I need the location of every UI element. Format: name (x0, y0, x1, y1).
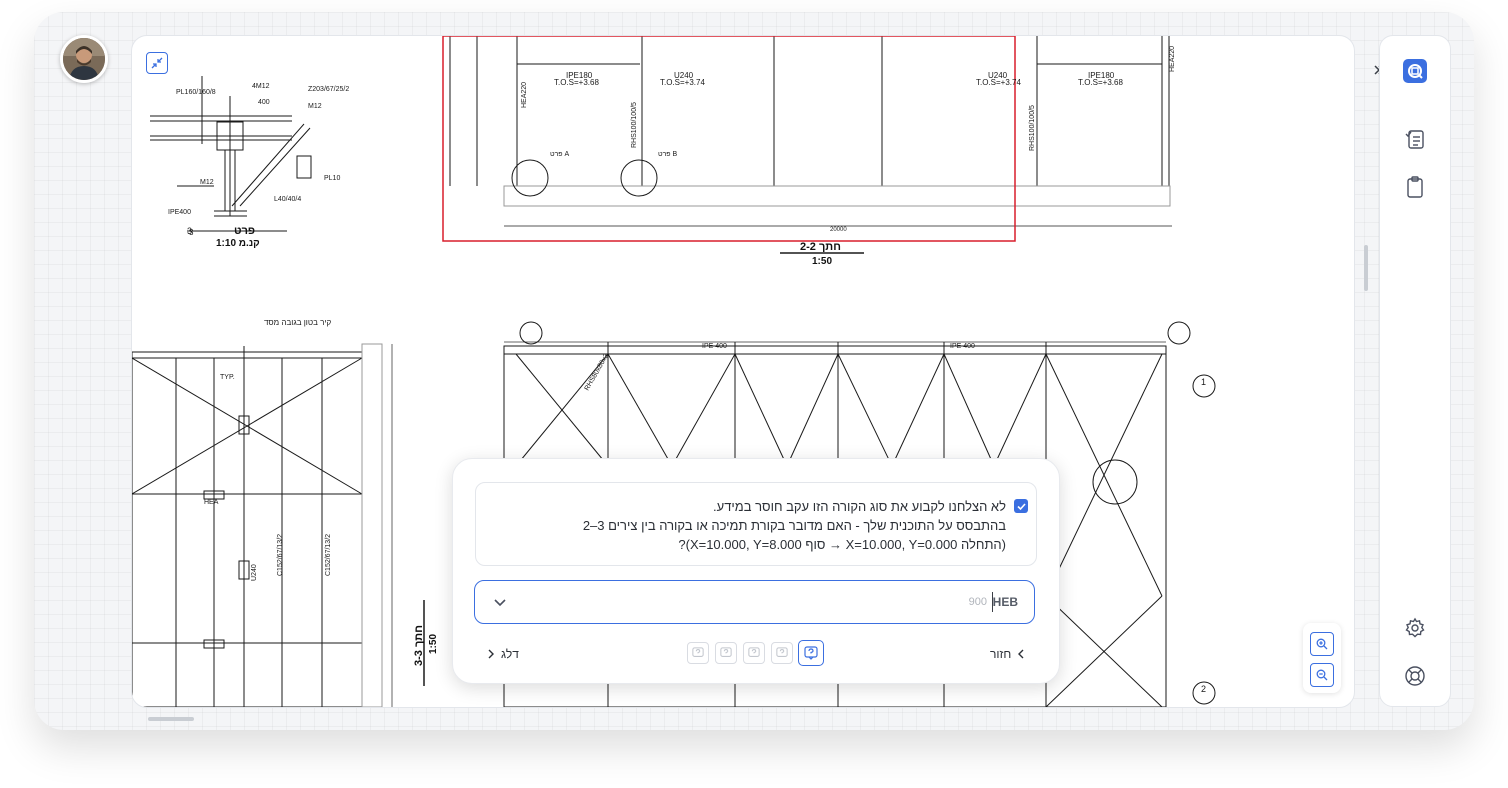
right-sidebar (1379, 35, 1451, 707)
label-ipe400a: IPE 400 (702, 343, 727, 350)
label-pl160: PL160/160/8 (176, 89, 216, 96)
label-m12b: M12 (308, 103, 322, 110)
input-language[interactable]: HEB (993, 595, 1018, 609)
checkbox-icon[interactable] (1014, 499, 1028, 513)
question-indicator-icon[interactable] (715, 642, 737, 664)
label-dim20000: 20000 (830, 227, 847, 233)
section-2-title: חתך 2-2 (800, 241, 841, 253)
zoom-in-icon[interactable] (1310, 632, 1334, 656)
question-line-1: לא הצלחנו לקבוע את סוג הקורה הזו עקב חוס… (713, 499, 1006, 514)
label-tos374b: T.O.S=+3.74 (976, 78, 1021, 87)
label-4m12: 4M12 (252, 83, 270, 90)
detail-scale: קנ.מ 1:10 (216, 238, 260, 249)
zoom-controls (1303, 623, 1341, 693)
user-avatar[interactable] (60, 35, 108, 83)
answer-input[interactable]: HEB 900 (474, 580, 1035, 624)
back-label: חזור (990, 647, 1012, 661)
char-counter: 900 (968, 596, 987, 608)
label-tos374a: T.O.S=+3.74 (660, 78, 705, 87)
label-pl10: PL10 (324, 175, 340, 182)
section-3-scale: 1:50 (428, 634, 439, 654)
text-cursor (992, 592, 993, 612)
label-u240v: U240 (251, 564, 258, 581)
clipboard-icon[interactable] (1403, 175, 1427, 199)
question-indicator-icon[interactable] (743, 642, 765, 664)
back-button[interactable]: חזור (990, 647, 1025, 661)
lifebuoy-icon[interactable] (1403, 664, 1427, 688)
label-hea220b: HEA220 (1169, 46, 1176, 72)
vertical-scrollbar[interactable] (1364, 245, 1368, 291)
clarification-dialog: לא הצלחנו לקבוע את סוג הקורה הזו עקב חוס… (452, 458, 1060, 684)
label-l40: L40/40/4 (274, 196, 301, 203)
label-tos368a: T.O.S=+3.68 (554, 78, 599, 87)
gear-icon[interactable] (1403, 616, 1427, 640)
app-logo-icon[interactable] (1403, 59, 1427, 83)
question-line-2: בהתבסס על התוכנית שלך - האם מדובר בקורת … (582, 518, 1006, 533)
section-2-scale: 1:50 (812, 256, 832, 267)
label-ipe400b: IPE 400 (950, 343, 975, 350)
section-3-title: חתך 3-3 (413, 625, 425, 666)
label-m12c: M12 (200, 179, 214, 186)
label-hea: HEA (204, 499, 219, 506)
label-wall-note: קיר בטון בגובה מסד (264, 318, 331, 327)
label-det-a: פרט A (550, 151, 570, 158)
label-z203: Z203/67/25/2 (308, 86, 349, 93)
detail-number: 3 (189, 228, 194, 237)
label-ipe400: IPE400 (168, 209, 191, 216)
question-line-3: (התחלה X=10.000, Y=0.000 → סוף X=10.000,… (678, 537, 1006, 552)
zoom-out-icon[interactable] (1310, 663, 1334, 687)
checklist-icon[interactable] (1403, 127, 1427, 151)
question-indicator-active-icon[interactable] (798, 640, 824, 666)
collapse-icon[interactable] (146, 52, 168, 74)
label-c152a: C152/67/13/2 (277, 534, 284, 576)
chevron-down-icon[interactable] (493, 595, 507, 609)
label-c152b: C152/67/13/2 (325, 534, 332, 576)
label-typ: TYP. (220, 374, 235, 381)
label-rhs80: RHS80x80x3 (584, 353, 611, 392)
label-hea220a: HEA220 (521, 82, 528, 108)
question-indicator-icon[interactable] (687, 642, 709, 664)
question-box: לא הצלחנו לקבוע את סוג הקורה הזו עקב חוס… (475, 482, 1037, 566)
label-grid1: 1 (1201, 377, 1206, 387)
horizontal-scrollbar[interactable] (148, 717, 194, 721)
detail-title: פרט (234, 225, 255, 237)
label-dim400: 400 (258, 99, 270, 106)
question-indicator-icon[interactable] (771, 642, 793, 664)
skip-button[interactable]: דלג (487, 647, 519, 661)
label-rhs100a: RHS100/100/5 (631, 102, 638, 148)
chevron-left-icon (1018, 649, 1024, 659)
skip-label: דלג (501, 647, 519, 661)
label-grid2: 2 (1201, 684, 1206, 694)
label-rhs100b: RHS100/100/5 (1029, 105, 1036, 151)
chevron-right-icon (488, 649, 494, 659)
label-tos368b: T.O.S=+3.68 (1078, 78, 1123, 87)
label-det-b: פרט B (658, 151, 678, 158)
